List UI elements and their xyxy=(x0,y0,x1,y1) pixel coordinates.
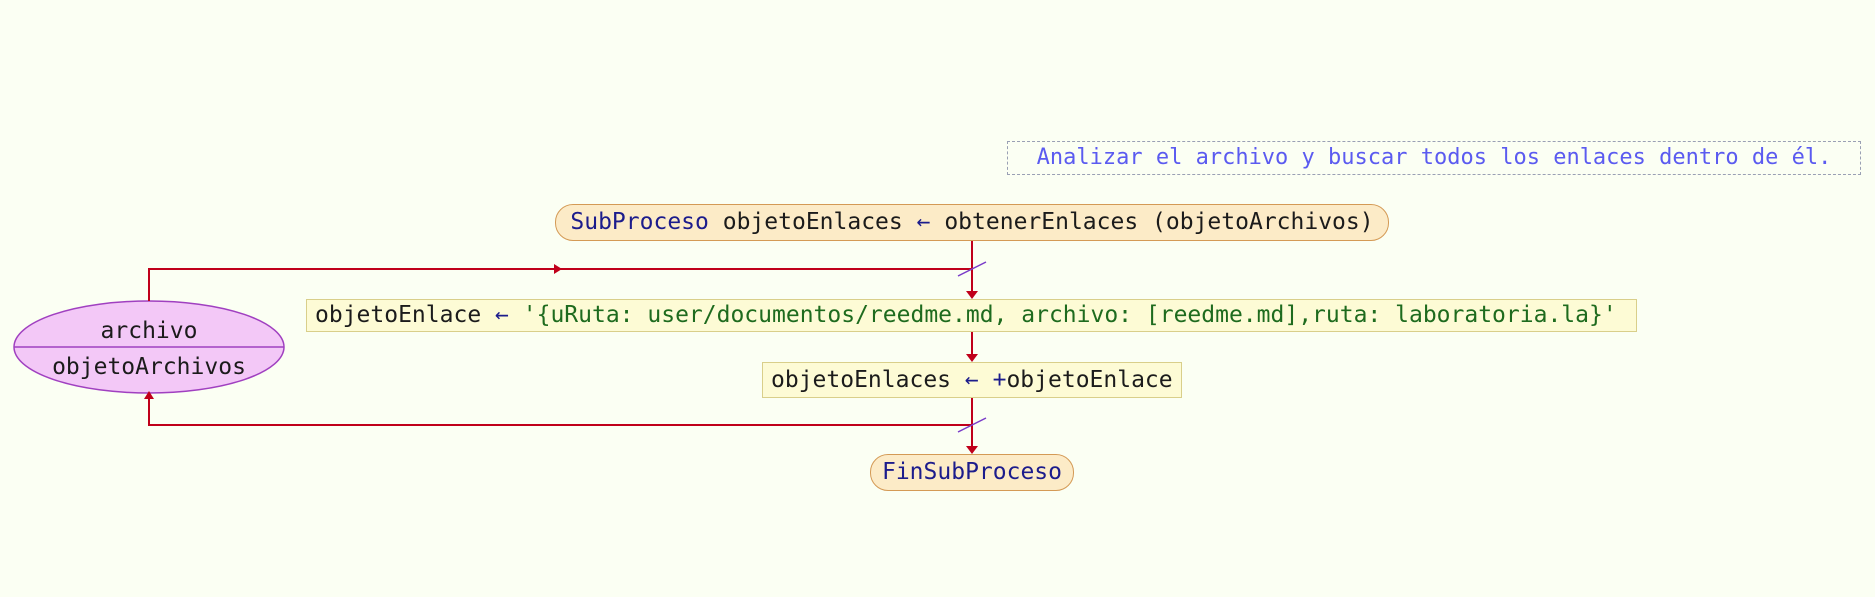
arrowhead-assign2 xyxy=(966,354,978,362)
comment-text: Analizar el archivo y buscar todos los e… xyxy=(1036,145,1832,170)
subprocess-keyword: SubProceso xyxy=(570,209,709,235)
assign-arrow: ← xyxy=(964,366,979,393)
subprocess-start-node[interactable]: SubProceso objetoEnlaces ← obtenerEnlace… xyxy=(555,204,1389,241)
loop-bottom-label: objetoArchivos xyxy=(52,354,246,380)
subprocess-signature: obtenerEnlaces (objetoArchivos) xyxy=(944,209,1374,235)
loop-back-connector-bottom xyxy=(148,396,972,426)
subprocess-end-node[interactable]: FinSubProceso xyxy=(870,454,1074,491)
assign-arrow: ← xyxy=(916,209,931,235)
end-keyword: FinSubProceso xyxy=(881,459,1062,485)
arrowhead-assign1 xyxy=(966,291,978,299)
arrowhead-loop-right xyxy=(554,264,562,274)
arrowhead-end xyxy=(966,446,978,454)
assign1-target: objetoEnlace xyxy=(315,302,482,328)
assign2-target: objetoEnlaces xyxy=(771,366,952,393)
assign-objetoEnlace-node[interactable]: objetoEnlace ← '{uRuta: user/documentos/… xyxy=(306,299,1637,332)
assign-arrow: ← xyxy=(495,302,509,328)
assign2-operator: + xyxy=(992,366,1007,393)
assign2-value: objetoEnlace xyxy=(1006,366,1173,393)
loop-back-connector-top xyxy=(148,268,972,301)
assign-objetoEnlaces-node[interactable]: objetoEnlaces ← + objetoEnlace xyxy=(762,362,1182,398)
comment-box: Analizar el archivo y buscar todos los e… xyxy=(1007,141,1861,175)
subprocess-return-var: objetoEnlaces xyxy=(722,209,903,235)
assign1-string-value: '{uRuta: user/documentos/reedme.md, arch… xyxy=(522,302,1617,328)
loop-top-label: archivo xyxy=(100,318,198,344)
